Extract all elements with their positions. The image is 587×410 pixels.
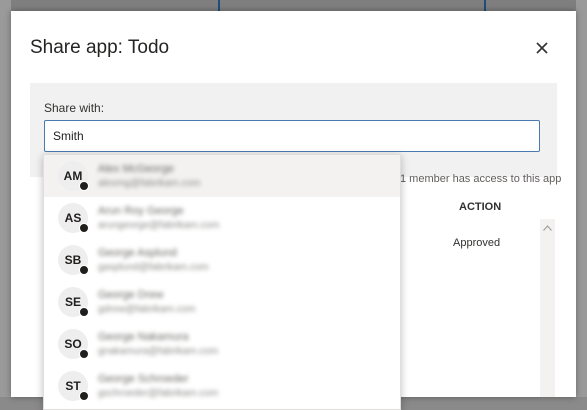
share-with-label: Share with: xyxy=(44,101,105,115)
avatar: SE xyxy=(58,287,89,317)
suggestion-email: alexmg@fabrikam.com xyxy=(98,178,201,189)
avatar: SB xyxy=(58,245,89,275)
suggestion-item[interactable]: SO George Nakamura gnakamura@fabrikam.co… xyxy=(44,323,400,365)
suggestion-email: arungeorge@fabrikam.com xyxy=(98,220,220,231)
suggestion-email: gnakamura@fabrikam.com xyxy=(98,346,219,357)
avatar-initials: AM xyxy=(63,169,83,183)
suggestion-item[interactable]: ST George Schroeder gschroeder@fabrikam.… xyxy=(44,365,400,407)
suggestion-name: George Asplund xyxy=(98,247,177,259)
suggestion-name: George Schroeder xyxy=(98,373,189,385)
suggestion-email: gdrew@fabrikam.com xyxy=(98,304,196,315)
background-overlay-left xyxy=(0,0,11,397)
suggestion-item[interactable]: SB George Asplund gasplund@fabrikam.com xyxy=(44,239,400,281)
share-dialog: Share app: Todo Share with: 1 member has… xyxy=(11,11,576,410)
background-accent xyxy=(218,0,220,11)
scrollbar[interactable] xyxy=(540,219,555,397)
suggestion-name: George Drew xyxy=(98,289,164,301)
dialog-title: Share app: Todo xyxy=(30,37,170,58)
avatar: SO xyxy=(58,329,89,359)
share-with-input[interactable] xyxy=(44,120,540,152)
action-column-header: ACTION xyxy=(459,201,502,213)
close-icon xyxy=(536,42,548,54)
suggestion-item[interactable]: AS Arun Roy George arungeorge@fabrikam.c… xyxy=(44,197,400,239)
avatar-initials: AS xyxy=(64,211,82,225)
suggestion-email: gschroeder@fabrikam.com xyxy=(98,388,219,399)
suggestion-name: Arun Roy George xyxy=(98,205,184,217)
avatar: AS xyxy=(58,203,89,233)
avatar-initials: ST xyxy=(65,379,81,393)
scroll-up-icon[interactable] xyxy=(543,225,552,231)
presence-badge-icon xyxy=(79,391,89,401)
presence-badge-icon xyxy=(79,307,89,317)
presence-badge-icon xyxy=(79,265,89,275)
suggestion-item[interactable]: AM Alex McGeorge alexmg@fabrikam.com xyxy=(44,155,400,197)
avatar: AM xyxy=(58,161,89,191)
background-app-header xyxy=(0,0,587,11)
action-status: Approved xyxy=(453,237,501,249)
background-overlay-right xyxy=(576,0,587,397)
avatar-initials: SO xyxy=(64,337,82,351)
people-suggestions: AM Alex McGeorge alexmg@fabrikam.com AS … xyxy=(43,154,401,410)
access-note: 1 member has access to this app xyxy=(400,173,562,185)
avatar-initials: SB xyxy=(64,253,82,267)
presence-badge-icon xyxy=(79,349,89,359)
background-accent xyxy=(484,0,486,11)
suggestion-item[interactable]: SE George Drew gdrew@fabrikam.com xyxy=(44,281,400,323)
presence-badge-icon xyxy=(79,223,89,233)
close-button[interactable] xyxy=(531,37,553,59)
presence-badge-icon xyxy=(79,181,89,191)
suggestion-name: George Nakamura xyxy=(98,331,189,343)
suggestion-email: gasplund@fabrikam.com xyxy=(98,262,209,273)
avatar-initials: SE xyxy=(64,295,81,309)
suggestion-name: Alex McGeorge xyxy=(98,163,174,175)
